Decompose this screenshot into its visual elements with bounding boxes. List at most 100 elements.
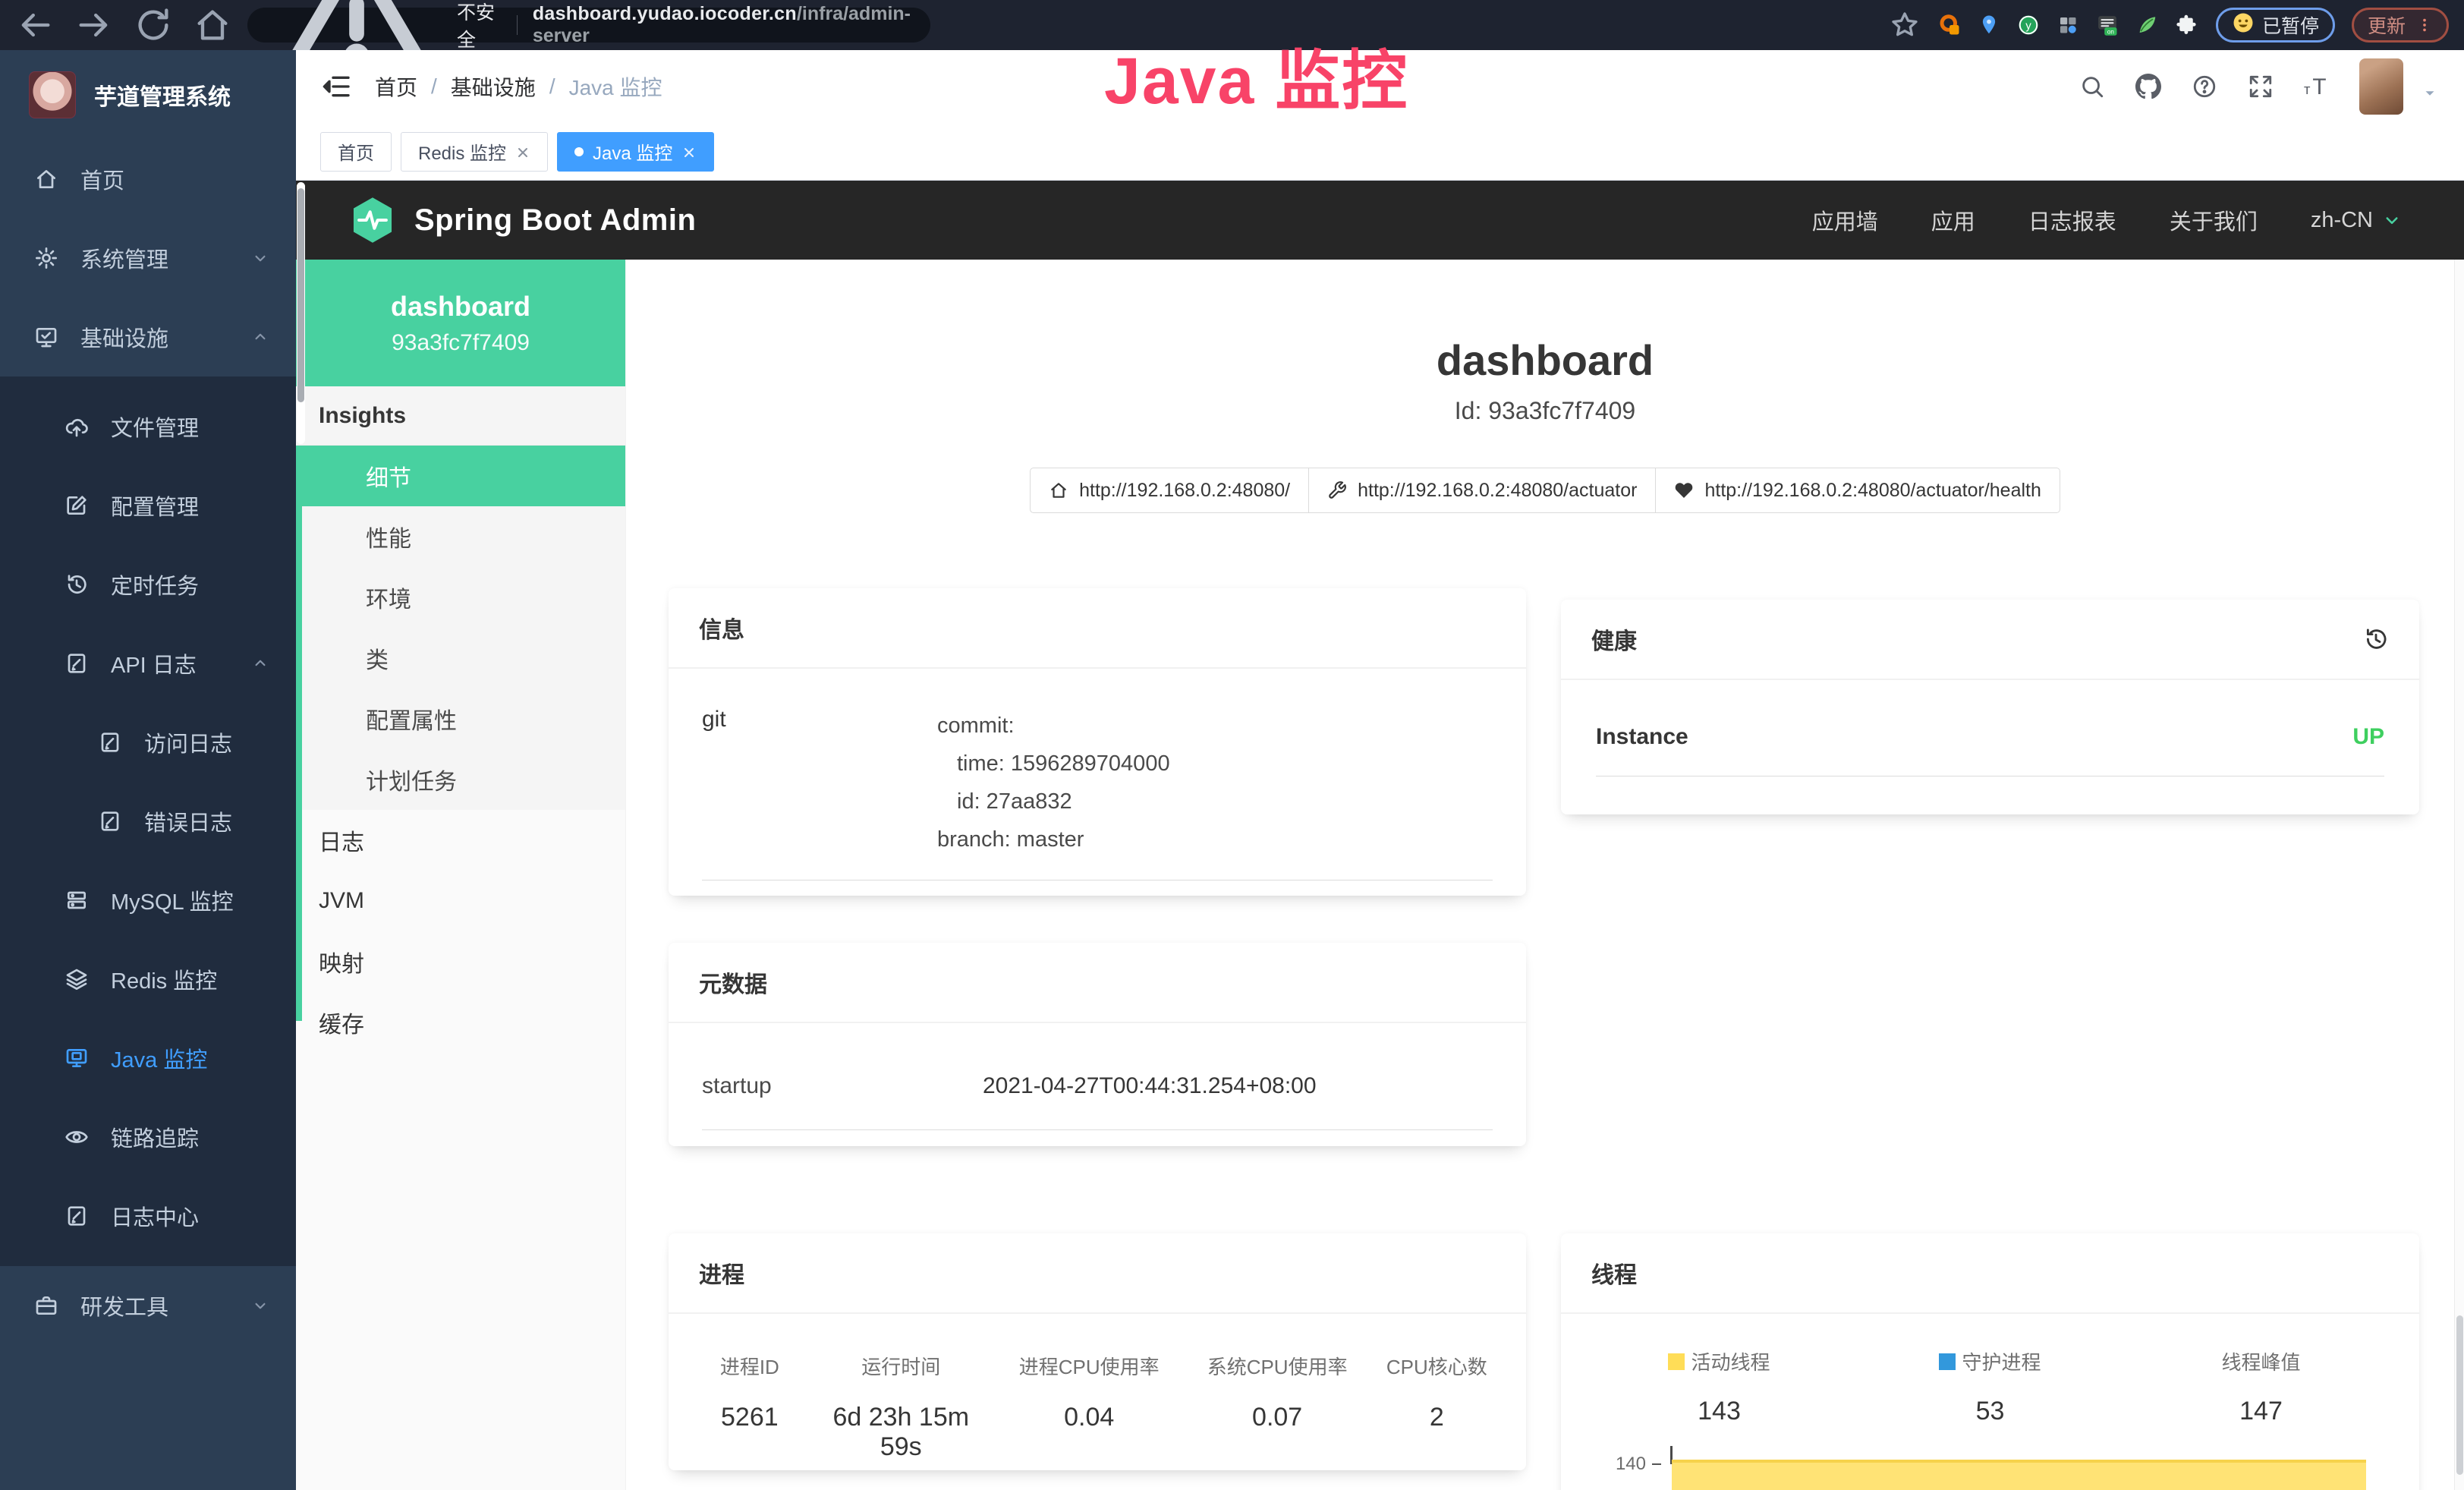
tab-redis-监控[interactable]: Redis 监控: [401, 132, 548, 172]
threads-legend-value: 143: [1584, 1397, 1855, 1426]
sba-subitem-计划任务[interactable]: 计划任务: [296, 749, 625, 810]
history-icon[interactable]: [2363, 626, 2389, 652]
sba-subitem-类[interactable]: 类: [296, 628, 625, 688]
health-status-badge: UP: [2352, 724, 2384, 750]
user-avatar[interactable]: [2359, 58, 2403, 115]
sidebar-item-label: 日志中心: [111, 1200, 199, 1232]
sba-subitem-配置属性[interactable]: 配置属性: [296, 688, 625, 749]
sidebar-item-系统管理[interactable]: 系统管理: [0, 219, 296, 298]
instance-id: Id: 93a3fc7f7409: [626, 397, 2464, 425]
sba-item-日志[interactable]: 日志: [296, 810, 625, 871]
instance-link[interactable]: http://192.168.0.2:48080/actuator/health: [1655, 468, 2060, 513]
sidebar-item-基础设施[interactable]: 基础设施: [0, 298, 296, 376]
sidebar-item-配置管理[interactable]: 配置管理: [0, 466, 296, 545]
sba-content: dashboard Id: 93a3fc7f7409 http://192.16…: [626, 260, 2464, 1490]
puzzle-extension-icon[interactable]: [2173, 12, 2199, 38]
content-scrollbar-thumb[interactable]: [2456, 1315, 2463, 1475]
sidebar-item-redis-监控[interactable]: Redis 监控: [0, 940, 296, 1019]
smiley-icon: [2232, 11, 2255, 39]
list-on-extension-icon[interactable]: on: [2094, 12, 2120, 38]
submenu-padding: [0, 1255, 296, 1266]
question-icon[interactable]: [2191, 73, 2218, 100]
sidebar-item-mysql-监控[interactable]: MySQL 监控: [0, 861, 296, 940]
sba-nav-应用[interactable]: 应用: [1931, 204, 1975, 236]
tab-首页[interactable]: 首页: [320, 132, 392, 172]
sba-locale-selector[interactable]: zh-CN: [2311, 208, 2403, 233]
address-bar[interactable]: 不安全 dashboard.yudao.iocoder.cn/infra/adm…: [247, 8, 930, 43]
tab-java-监控[interactable]: Java 监控: [557, 132, 714, 172]
fontsize-icon[interactable]: тT: [2303, 73, 2330, 100]
inner-scrollbar-thumb[interactable]: [297, 188, 304, 402]
green-circle-extension-icon[interactable]: y: [2016, 12, 2041, 38]
sba-locale-label: zh-CN: [2311, 208, 2373, 233]
threads-legend-label: 守护进程: [1939, 1347, 2041, 1375]
sba-item-缓存[interactable]: 缓存: [296, 992, 625, 1053]
update-button[interactable]: 更新: [2352, 8, 2449, 43]
sba-nav-关于我们[interactable]: 关于我们: [2170, 204, 2258, 236]
doc-edit-icon: [64, 1203, 90, 1229]
inner-scrollbar[interactable]: [297, 182, 305, 444]
row-underline: [1596, 776, 2384, 777]
close-icon[interactable]: [515, 144, 530, 159]
forward-icon[interactable]: [74, 5, 114, 45]
sba-subitem-性能[interactable]: 性能: [296, 506, 625, 567]
sba-nav-应用墙[interactable]: 应用墙: [1812, 204, 1878, 236]
search-icon[interactable]: [2079, 73, 2106, 100]
row-underline: [702, 1129, 1493, 1130]
process-metric-value: 0.04: [991, 1403, 1188, 1432]
threads-legend-value: 53: [1855, 1397, 2126, 1426]
github-icon[interactable]: [2135, 73, 2162, 100]
sidebar-fold-icon[interactable]: [322, 71, 352, 102]
info-row-label: git: [702, 707, 937, 858]
leaf-extension-icon[interactable]: [2134, 12, 2160, 38]
reload-icon[interactable]: [134, 5, 173, 45]
sidebar-item-java-监控[interactable]: Java 监控: [0, 1019, 296, 1098]
sidebar-item-文件管理[interactable]: 文件管理: [0, 387, 296, 466]
home-icon: [33, 166, 59, 192]
home-icon[interactable]: [193, 5, 232, 45]
navbar-actions: тT: [2079, 58, 2438, 115]
sidebar-item-api-日志[interactable]: API 日志: [0, 624, 296, 703]
bookmark-star-icon[interactable]: [1890, 10, 1920, 40]
orange-ring-extension-icon[interactable]: [1937, 12, 1962, 38]
instance-link[interactable]: http://192.168.0.2:48080/: [1030, 468, 1309, 513]
app-logo-row: 芋道管理系统: [0, 50, 296, 140]
sba-app-block[interactable]: dashboard 93a3fc7f7409: [296, 260, 625, 386]
sba-subitem-细节[interactable]: 细节: [296, 446, 625, 506]
wrench-icon: [1327, 480, 1347, 500]
browser-menu-icon[interactable]: [2416, 14, 2433, 36]
history-icon: [64, 572, 90, 597]
sidebar-item-label: 定时任务: [111, 569, 199, 600]
fullscreen-icon[interactable]: [2247, 73, 2274, 100]
paused-badge[interactable]: 已暂停: [2216, 8, 2335, 43]
close-icon[interactable]: [681, 144, 697, 159]
sidebar-item-访问日志[interactable]: 访问日志: [0, 703, 296, 782]
breadcrumb-item[interactable]: 首页: [375, 71, 417, 102]
sba-nav-日志报表[interactable]: 日志报表: [2028, 204, 2116, 236]
content-scrollbar[interactable]: [2454, 260, 2464, 1490]
sidebar-item-链路追踪[interactable]: 链路追踪: [0, 1098, 296, 1177]
blue-pin-extension-icon[interactable]: [1976, 12, 2002, 38]
avatar-caret-icon[interactable]: [2422, 85, 2438, 102]
process-metric-label: 进程ID: [688, 1352, 811, 1380]
grid-extension-icon[interactable]: [2055, 12, 2081, 38]
sba-subitem-环境[interactable]: 环境: [296, 567, 625, 628]
svg-text:on: on: [2107, 28, 2114, 35]
sidebar-item-错误日志[interactable]: 错误日志: [0, 782, 296, 861]
sidebar-item-日志中心[interactable]: 日志中心: [0, 1177, 296, 1255]
process-metric: 运行时间6d 23h 15m 59s: [811, 1352, 991, 1462]
instance-links: http://192.168.0.2:48080/http://192.168.…: [626, 468, 2464, 513]
tab-label: 首页: [338, 138, 374, 165]
home-icon: [1049, 480, 1068, 500]
chevron-down-icon: [2381, 209, 2403, 232]
sidebar-item-定时任务[interactable]: 定时任务: [0, 545, 296, 624]
doc-edit-icon: [97, 729, 123, 755]
instance-link[interactable]: http://192.168.0.2:48080/actuator: [1308, 468, 1656, 513]
sidebar-item-研发工具[interactable]: 研发工具: [0, 1266, 296, 1345]
sidebar-item-首页[interactable]: 首页: [0, 140, 296, 219]
sba-item-映射[interactable]: 映射: [296, 931, 625, 992]
sba-item-JVM[interactable]: JVM: [296, 871, 625, 931]
breadcrumb-item[interactable]: 基础设施: [451, 71, 536, 102]
back-icon[interactable]: [15, 5, 55, 45]
sba-header: Spring Boot Admin 应用墙应用日志报表关于我们zh-CN: [296, 181, 2464, 260]
